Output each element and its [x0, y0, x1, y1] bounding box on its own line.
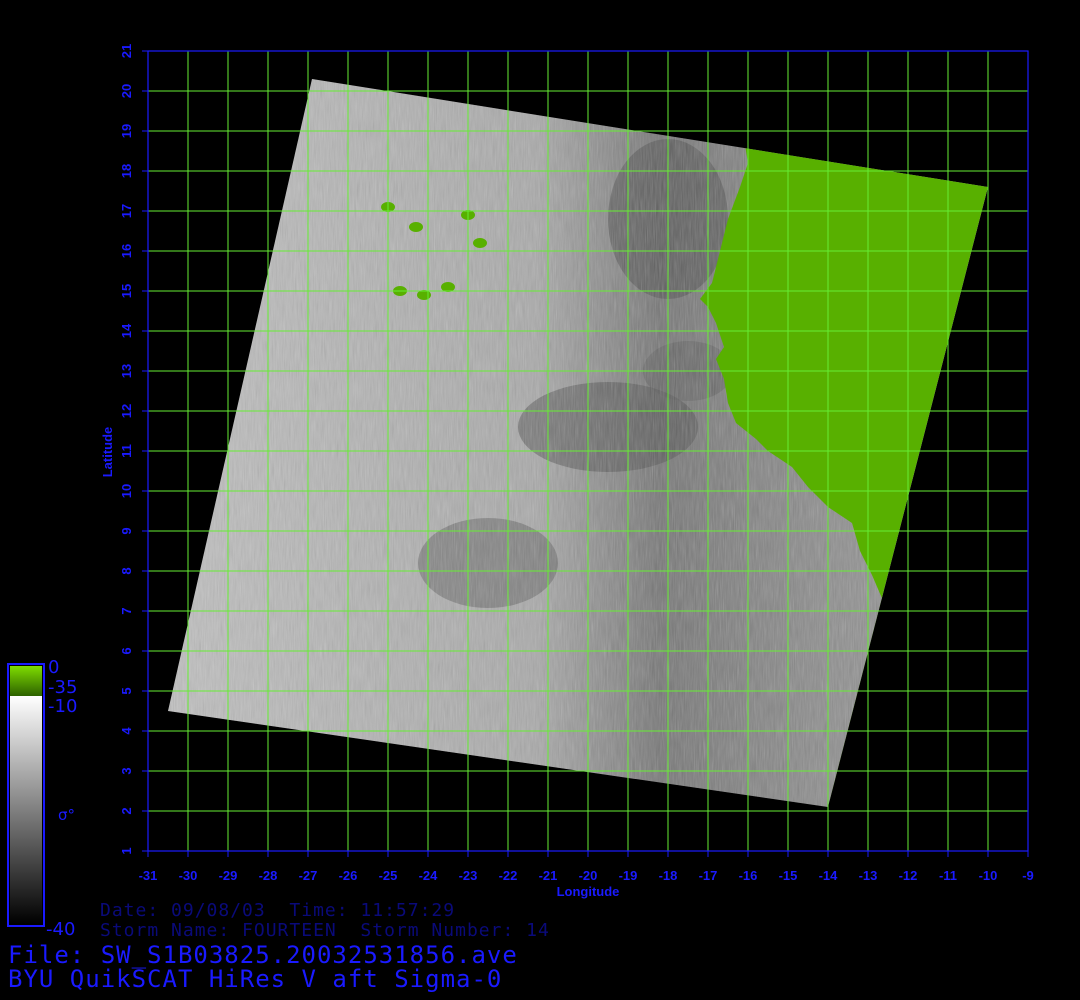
y-tick-label: 12	[119, 404, 134, 418]
product-line: BYU QuikSCAT HiRes V aft Sigma-0	[8, 965, 503, 993]
x-tick-label: -16	[739, 868, 758, 883]
x-tick-label: -13	[859, 868, 878, 883]
lat-lon-grid	[147, 50, 1029, 852]
x-tick-label: -24	[419, 868, 439, 883]
y-tick-label: 13	[119, 364, 134, 378]
date-time-line: Date: 09/08/03 Time: 11:57:29	[100, 900, 456, 921]
y-tick-label: 15	[119, 284, 134, 298]
x-tick-label: -19	[619, 868, 638, 883]
x-tick-label: -14	[819, 868, 839, 883]
map-plot: -31 -30 -29 -28 -27 -26 -25 -24 -23 -22 -21 -20 -19 -…	[7, 44, 1034, 940]
x-tick-label: -17	[699, 868, 718, 883]
y-tick-label: 11	[119, 444, 134, 458]
x-tick-label: -26	[339, 868, 358, 883]
island	[473, 238, 487, 248]
x-tick-label: -11	[939, 868, 957, 883]
x-tick-label: -20	[579, 868, 598, 883]
x-tick-label: -31	[139, 868, 158, 883]
colorbar-label-land: -35	[48, 677, 77, 698]
colorbar-label-bottom: -40	[46, 919, 75, 940]
colorbar-land-segment	[10, 666, 42, 696]
x-tick-label: -29	[219, 868, 238, 883]
y-tick-label: 17	[119, 204, 134, 218]
y-tick-label: 20	[119, 84, 134, 98]
y-tick-label: 9	[119, 527, 134, 534]
y-tick-label: 7	[119, 607, 134, 614]
x-tick-labels: -31 -30 -29 -28 -27 -26 -25 -24 -23 -22 -21 -20 -19 -…	[139, 851, 1034, 883]
x-tick-label: -12	[899, 868, 918, 883]
x-tick-label: -23	[459, 868, 478, 883]
x-axis-label: Longitude	[557, 884, 620, 899]
storm-line: Storm Name: FOURTEEN Storm Number: 14	[100, 920, 550, 941]
x-tick-label: -22	[499, 868, 518, 883]
colorbar-label-top: 0	[48, 657, 59, 678]
colorbar-label-gray-top: -10	[48, 696, 77, 717]
y-tick-label: 5	[119, 687, 134, 694]
y-tick-label: 19	[119, 124, 134, 138]
x-tick-label: -9	[1022, 868, 1034, 883]
y-tick-labels: 123456789101112131415161718192021	[119, 44, 148, 855]
y-tick-label: 3	[119, 767, 134, 774]
colorbar-symbol: σ°	[58, 806, 75, 824]
island	[409, 222, 423, 232]
y-axis-label: Latitude	[100, 427, 115, 478]
swath-texture	[168, 79, 988, 807]
x-tick-label: -18	[659, 868, 678, 883]
x-tick-label: -10	[979, 868, 998, 883]
y-tick-label: 8	[119, 567, 134, 574]
colorbar: 0 -35 -10 σ° -40	[7, 657, 77, 940]
y-tick-label: 2	[119, 807, 134, 814]
y-tick-label: 16	[119, 244, 134, 258]
y-tick-label: 10	[119, 484, 134, 498]
y-tick-label: 14	[119, 323, 134, 338]
swath-image	[168, 79, 988, 807]
colorbar-gray-segment	[10, 696, 42, 924]
x-tick-label: -25	[379, 868, 398, 883]
y-tick-label: 1	[119, 847, 134, 854]
y-tick-label: 21	[119, 44, 134, 58]
x-tick-label: -27	[299, 868, 318, 883]
y-tick-label: 18	[119, 164, 134, 178]
x-tick-label: -15	[779, 868, 798, 883]
x-tick-label: -21	[539, 868, 558, 883]
y-tick-label: 4	[119, 727, 134, 735]
y-tick-label: 6	[119, 647, 134, 654]
x-tick-label: -30	[179, 868, 198, 883]
x-tick-label: -28	[259, 868, 278, 883]
